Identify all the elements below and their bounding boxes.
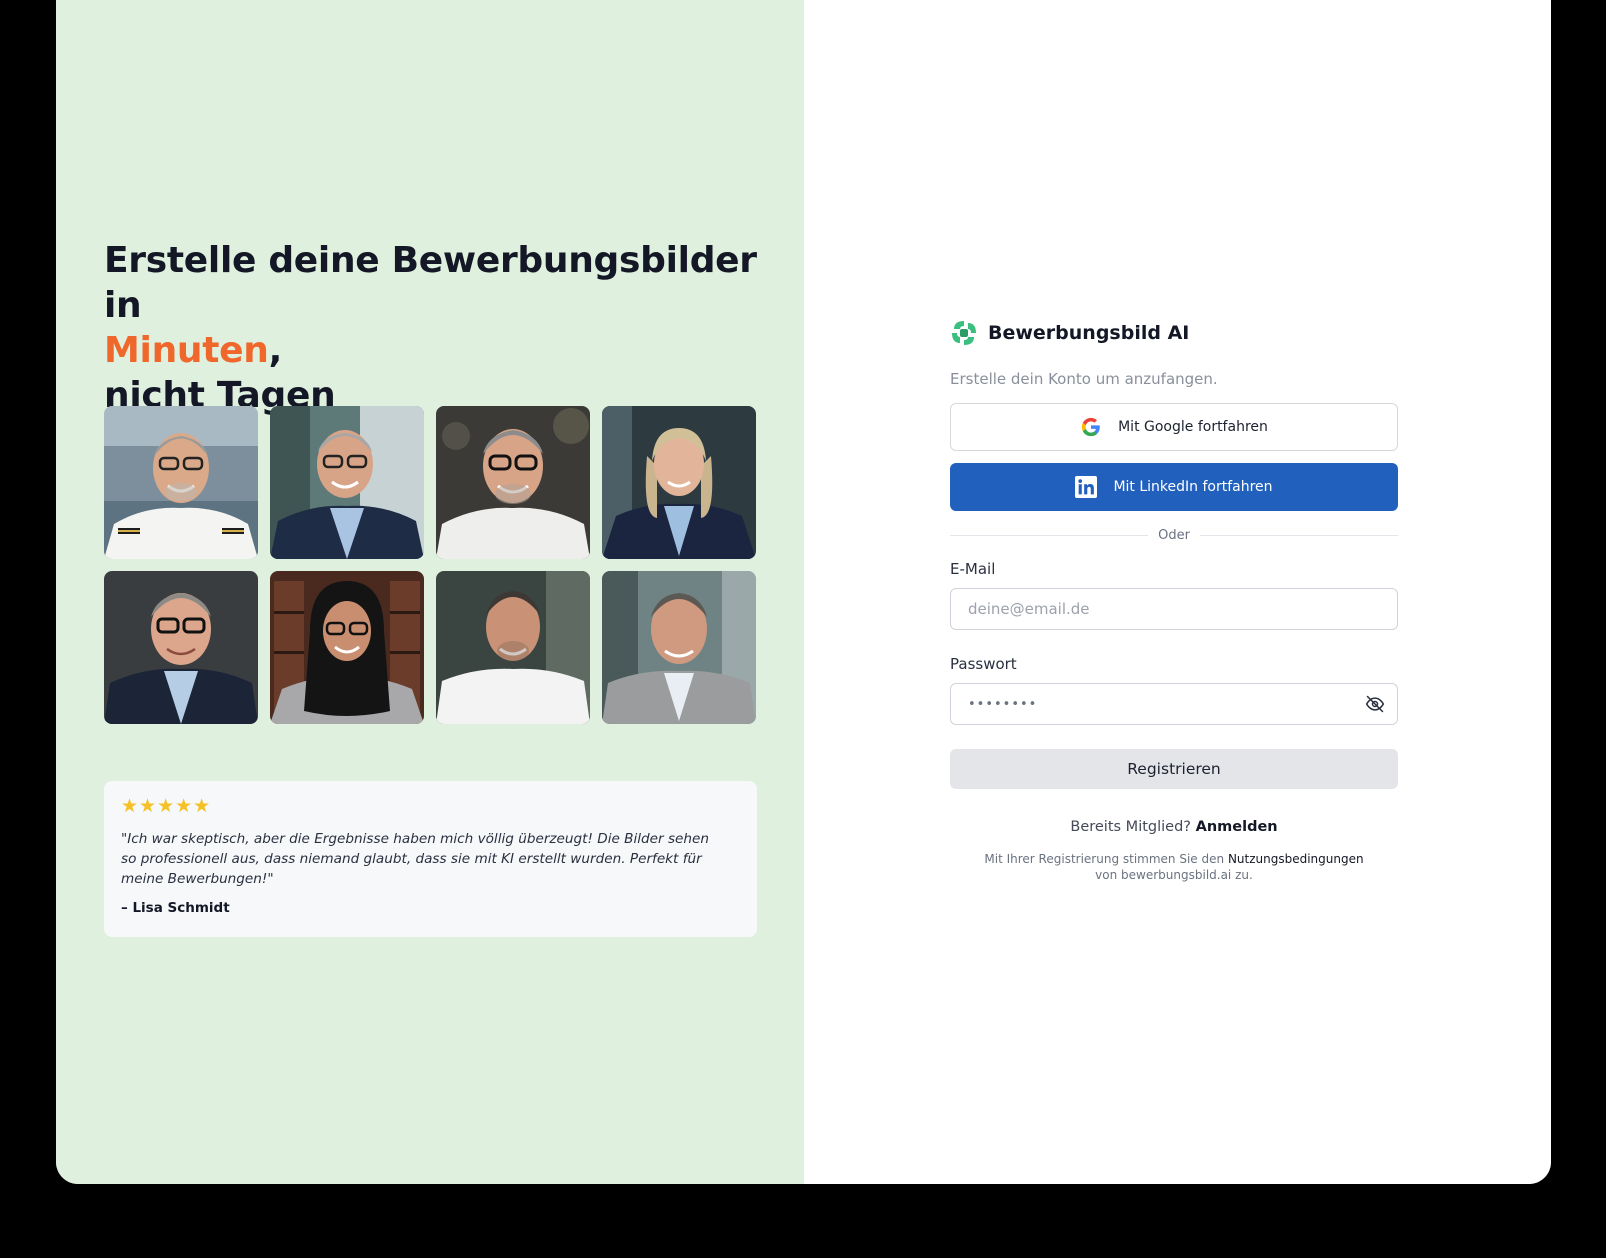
google-button-label: Mit Google fortfahren <box>1118 419 1268 435</box>
linkedin-signin-button[interactable]: Mit LinkedIn fortfahren <box>950 463 1398 511</box>
email-placeholder: deine@email.de <box>968 600 1090 618</box>
divider-line <box>1199 534 1399 536</box>
register-button[interactable]: Registrieren <box>950 749 1398 789</box>
signup-form: Bewerbungsbild AI Erstelle dein Konto um… <box>950 318 1399 883</box>
testimonial-card: ★★★★★ "Ich war skeptisch, aber die Ergeb… <box>104 781 757 937</box>
password-value: •••••••• <box>968 696 1038 712</box>
linkedin-button-label: Mit LinkedIn fortfahren <box>1113 479 1273 495</box>
headline-line1: Erstelle deine Bewerbungsbilder in <box>104 240 757 326</box>
signup-subtitle: Erstelle dein Konto um anzufangen. <box>950 370 1218 388</box>
portrait-image <box>436 406 590 559</box>
terms-prefix: Mit Ihrer Registrierung stimmen Sie den <box>984 852 1225 866</box>
portrait-image <box>270 571 424 724</box>
login-link[interactable]: Anmelden <box>1196 819 1278 835</box>
google-icon <box>1080 416 1102 438</box>
testimonial-quote: "Ich war skeptisch, aber die Ergebnisse … <box>121 831 709 887</box>
email-field[interactable]: deine@email.de <box>950 588 1398 630</box>
portrait-image <box>104 571 258 724</box>
login-prompt-text: Bereits Mitglied? <box>1070 819 1191 835</box>
divider-label: Oder <box>1158 527 1190 543</box>
testimonial-author: – Lisa Schmidt <box>121 900 230 916</box>
portrait-image <box>270 406 424 559</box>
portrait-image <box>436 571 590 724</box>
terms-link[interactable]: Nutzungsbedingungen <box>1228 852 1364 866</box>
password-field[interactable]: •••••••• <box>950 683 1398 725</box>
brand: Bewerbungsbild AI <box>950 318 1398 348</box>
star-rating: ★★★★★ <box>121 795 212 817</box>
login-prompt: Bereits Mitglied? Anmelden <box>950 819 1398 835</box>
or-divider: Oder <box>950 523 1399 547</box>
signup-panel: Bewerbungsbild AI Erstelle dein Konto um… <box>804 0 1551 1184</box>
terms-suffix: von bewerbungsbild.ai zu. <box>1095 868 1253 882</box>
headline-comma: , <box>268 330 283 371</box>
google-signin-button[interactable]: Mit Google fortfahren <box>950 403 1398 451</box>
eye-off-icon[interactable] <box>1365 694 1385 714</box>
portrait-image <box>104 406 258 559</box>
brand-name: Bewerbungsbild AI <box>988 322 1190 344</box>
hero-headline: Erstelle deine Bewerbungsbilder in Minut… <box>104 238 764 418</box>
brand-logo-icon <box>952 321 976 345</box>
portrait-image <box>602 406 756 559</box>
terms-notice: Mit Ihrer Registrierung stimmen Sie den … <box>950 851 1398 883</box>
hero-panel: Erstelle deine Bewerbungsbilder in Minut… <box>56 0 804 1184</box>
portrait-grid <box>104 406 756 724</box>
email-label: E-Mail <box>950 560 996 578</box>
linkedin-icon <box>1075 476 1098 498</box>
portrait-image <box>602 571 756 724</box>
divider-line <box>950 534 1149 536</box>
headline-accent: Minuten <box>104 330 269 371</box>
password-label: Passwort <box>950 655 1017 673</box>
app-frame: Erstelle deine Bewerbungsbilder in Minut… <box>56 0 1551 1184</box>
